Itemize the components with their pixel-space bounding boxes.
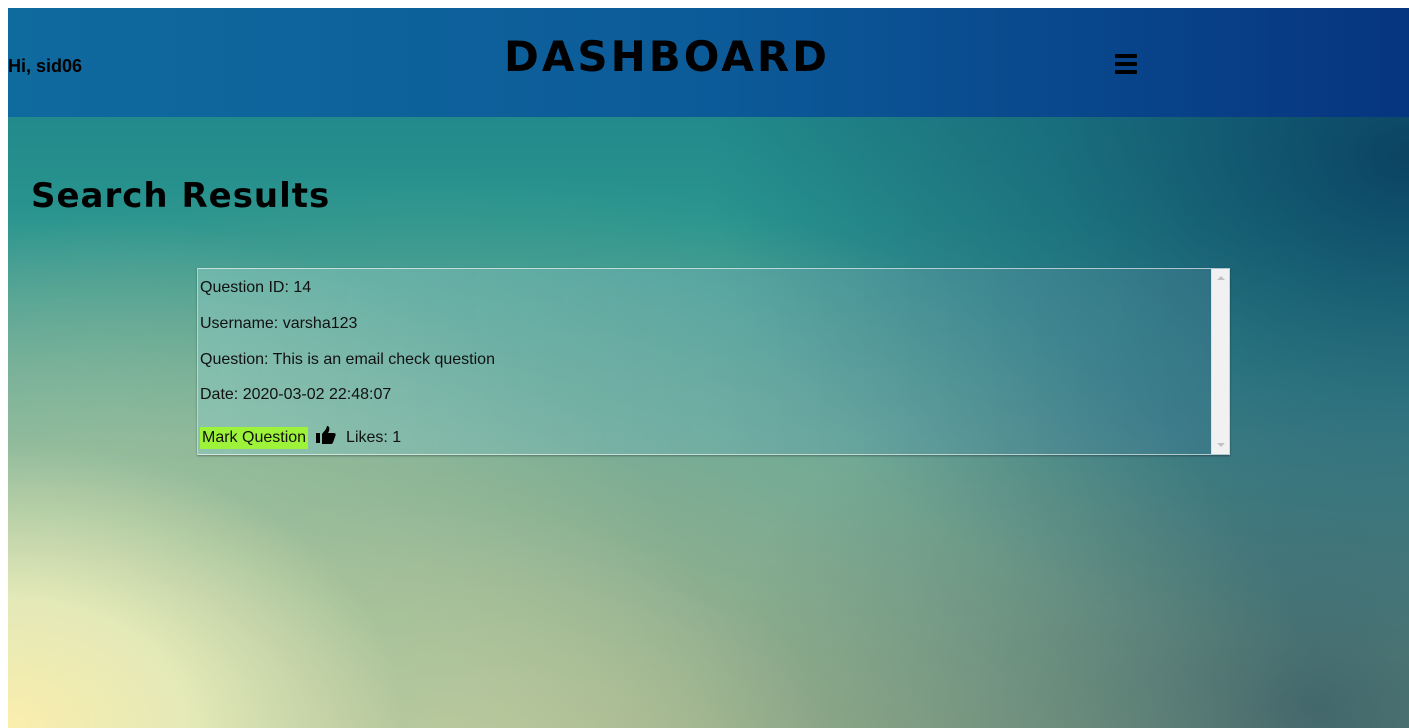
page-title: Search Results <box>31 176 331 216</box>
question-text: Question: This is an email check questio… <box>200 351 495 368</box>
scroll-down-arrow-icon[interactable] <box>1217 443 1225 447</box>
menu-bar <box>1115 62 1137 66</box>
scroll-up-arrow-icon[interactable] <box>1217 276 1225 280</box>
question-id: Question ID: 14 <box>200 279 312 296</box>
menu-bar <box>1115 54 1137 58</box>
mark-question-button[interactable]: Mark Question <box>200 427 309 449</box>
menu-bar <box>1115 70 1137 74</box>
top-header: Hi, sid06 DASHBOARD <box>8 8 1409 117</box>
hamburger-menu-icon[interactable] <box>1115 54 1137 74</box>
search-results-box[interactable]: Question ID: 14 Username: varsha123 Ques… <box>197 268 1230 455</box>
thumbs-up-icon[interactable] <box>316 426 336 444</box>
page-frame: Hi, sid06 DASHBOARD Search Results Quest… <box>8 8 1409 728</box>
likes-count: Likes: 1 <box>346 429 402 446</box>
results-scrollbar[interactable] <box>1211 269 1229 454</box>
question-date: Date: 2020-03-02 22:48:07 <box>200 386 392 403</box>
question-username: Username: varsha123 <box>200 315 358 332</box>
result-item: Question ID: 14 Username: varsha123 Ques… <box>198 269 1211 454</box>
question-actions: Mark Question Likes: 1 <box>200 426 401 449</box>
